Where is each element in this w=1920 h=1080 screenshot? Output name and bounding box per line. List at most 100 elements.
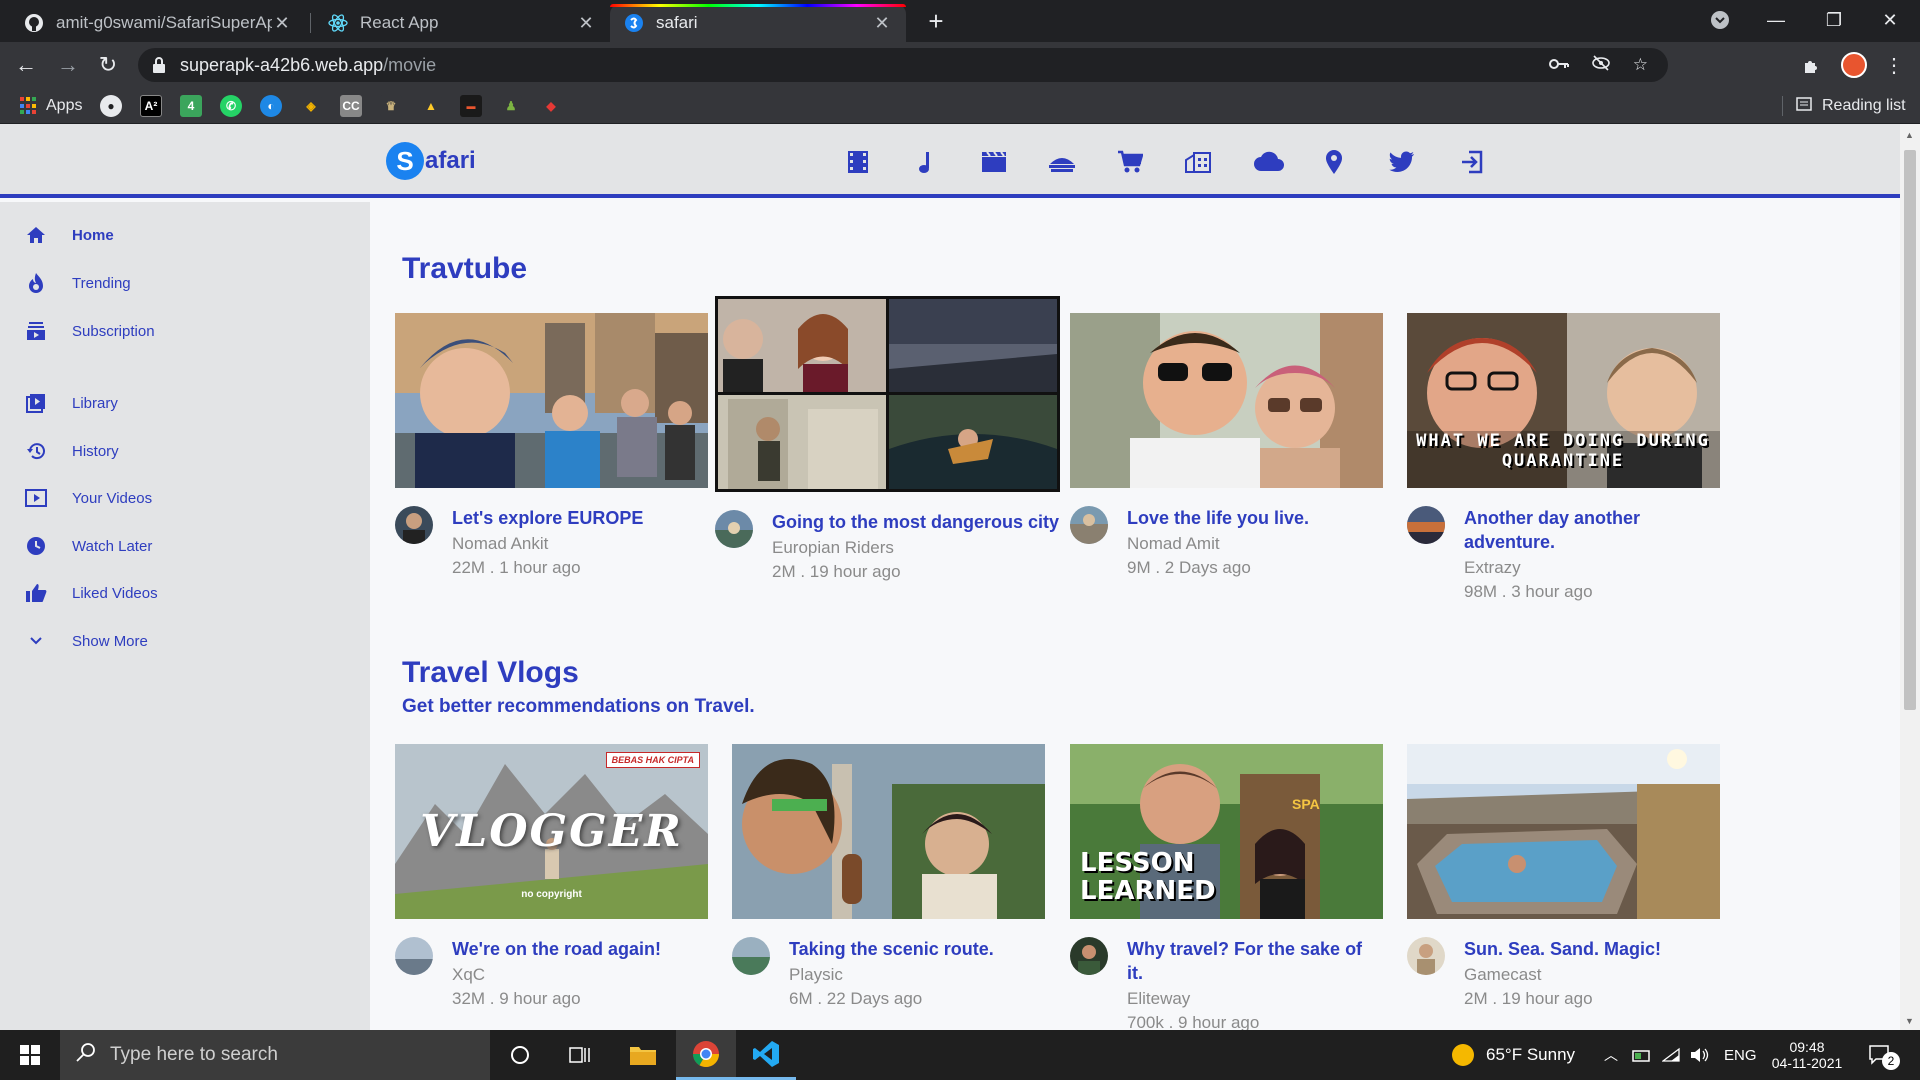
scrollbar-thumb[interactable] xyxy=(1904,150,1916,710)
tab-close-icon[interactable]: ✕ xyxy=(872,13,892,34)
page-scrollbar[interactable]: ▲ ▼ xyxy=(1900,124,1920,1030)
channel-avatar[interactable] xyxy=(732,937,770,975)
location-icon[interactable] xyxy=(1320,148,1348,176)
video-title[interactable]: Why travel? For the sake of it. xyxy=(1127,937,1383,985)
tab-react-app[interactable]: React App ✕ xyxy=(314,4,610,42)
video-title[interactable]: We're on the road again! xyxy=(452,937,708,961)
video-thumbnail[interactable]: WHAT WE ARE DOING DURING QUARANTINE xyxy=(1407,313,1720,488)
chevron-up-icon[interactable]: ︿ xyxy=(1604,1030,1618,1080)
scroll-up-icon[interactable]: ▲ xyxy=(1905,130,1914,140)
video-title[interactable]: Let's explore EUROPE xyxy=(452,506,708,530)
bookmark-cc[interactable]: CC xyxy=(340,95,362,117)
taskbar-search[interactable]: Type here to search xyxy=(60,1030,490,1080)
channel-name[interactable]: Europian Riders xyxy=(772,538,1060,558)
back-icon[interactable]: ← xyxy=(10,49,42,81)
video-thumbnail[interactable]: SPA LESSON LEARNED xyxy=(1070,744,1383,919)
weather-widget[interactable]: 65°F Sunny xyxy=(1452,1030,1575,1080)
sidebar-item-show-more[interactable]: Show More xyxy=(24,628,148,654)
bookmark-4[interactable]: 4 xyxy=(180,95,202,117)
task-view-icon[interactable] xyxy=(550,1030,610,1080)
restore-icon[interactable]: ❐ xyxy=(1806,0,1862,40)
bookmark-lion[interactable]: ♛ xyxy=(380,95,402,117)
new-tab-button[interactable]: + xyxy=(922,7,950,35)
wifi-icon[interactable] xyxy=(1662,1030,1680,1080)
menu-icon[interactable]: ⋮ xyxy=(1878,49,1910,81)
channel-avatar[interactable] xyxy=(395,937,433,975)
tab-close-icon[interactable]: ✕ xyxy=(576,13,596,34)
music-icon[interactable] xyxy=(912,148,940,176)
whatsapp-bookmark[interactable]: ✆ xyxy=(220,95,242,117)
brand-logo[interactable]: S afari xyxy=(386,142,476,180)
bookmark-leaf[interactable]: ◐ xyxy=(260,95,282,117)
notifications-icon[interactable]: 2 xyxy=(1868,1030,1900,1080)
video-card[interactable]: Taking the scenic route. Playsic 6M . 22… xyxy=(732,744,1045,1009)
network-status-icon[interactable] xyxy=(1632,1030,1650,1080)
food-icon[interactable] xyxy=(1048,148,1076,176)
profile-avatar[interactable] xyxy=(1838,49,1870,81)
bookmark-layers[interactable]: ◈ xyxy=(300,95,322,117)
video-card[interactable]: SPA LESSON LEARNED Why travel? For the s… xyxy=(1070,744,1383,1030)
channel-avatar[interactable] xyxy=(1407,937,1445,975)
video-thumbnail[interactable]: BEBAS HAK CIPTA VLOGGER no copyright xyxy=(395,744,708,919)
logout-icon[interactable] xyxy=(1458,148,1486,176)
sidebar-item-library[interactable]: Library xyxy=(24,390,118,416)
video-card[interactable]: Let's explore EUROPE Nomad Ankit 22M . 1… xyxy=(395,313,708,578)
channel-name[interactable]: Nomad Ankit xyxy=(452,534,708,554)
close-window-icon[interactable]: ✕ xyxy=(1862,0,1918,40)
video-card[interactable]: WHAT WE ARE DOING DURING QUARANTINE Anot… xyxy=(1407,313,1720,602)
chrome-taskbar-icon[interactable] xyxy=(676,1030,736,1080)
address-bar[interactable]: superapk-a42b6.web.app/movie ☆ xyxy=(138,48,1668,82)
channel-name[interactable]: Playsic xyxy=(789,965,1045,985)
building-icon[interactable] xyxy=(1184,148,1212,176)
video-title[interactable]: Another day another adventure. xyxy=(1464,506,1720,554)
file-explorer-icon[interactable] xyxy=(613,1030,673,1080)
extensions-icon[interactable] xyxy=(1796,49,1828,81)
cart-icon[interactable] xyxy=(1116,148,1144,176)
video-title[interactable]: Sun. Sea. Sand. Magic! xyxy=(1464,937,1720,961)
clock[interactable]: 09:48 04-11-2021 xyxy=(1764,1030,1850,1080)
cloud-icon[interactable] xyxy=(1252,148,1286,176)
channel-avatar[interactable] xyxy=(1407,506,1445,544)
forward-icon[interactable]: → xyxy=(52,49,84,81)
channel-name[interactable]: XqC xyxy=(452,965,708,985)
bookmark-box[interactable]: ◆ xyxy=(540,95,562,117)
bookmark-star-icon[interactable]: ☆ xyxy=(1633,55,1648,75)
video-card[interactable]: Going to the most dangerous city Europia… xyxy=(715,296,1060,582)
twitter-icon[interactable] xyxy=(1388,148,1416,176)
tab-close-icon[interactable]: ✕ xyxy=(272,13,292,34)
bookmark-dark[interactable]: ▬ xyxy=(460,95,482,117)
sidebar-item-your-videos[interactable]: Your Videos xyxy=(24,485,152,511)
tab-github[interactable]: amit-g0swami/SafariSuperApp-R ✕ xyxy=(10,4,306,42)
sidebar-item-watch-later[interactable]: Watch Later xyxy=(24,533,152,559)
reading-list-button[interactable]: Reading list xyxy=(1796,95,1906,117)
bookmark-chess[interactable]: ♟ xyxy=(500,95,522,117)
video-thumbnail[interactable] xyxy=(715,296,1060,492)
channel-name[interactable]: Eliteway xyxy=(1127,989,1383,1009)
clapperboard-icon[interactable] xyxy=(980,148,1008,176)
apps-bookmark[interactable]: Apps xyxy=(20,95,82,117)
channel-name[interactable]: Nomad Amit xyxy=(1127,534,1383,554)
language-indicator[interactable]: ENG xyxy=(1724,1030,1757,1080)
channel-name[interactable]: Gamecast xyxy=(1464,965,1720,985)
vscode-icon[interactable] xyxy=(736,1030,796,1080)
key-icon[interactable] xyxy=(1548,55,1569,75)
film-icon[interactable] xyxy=(844,148,872,176)
sidebar-item-trending[interactable]: Trending xyxy=(24,270,131,296)
cortana-icon[interactable] xyxy=(490,1030,550,1080)
video-card[interactable]: Sun. Sea. Sand. Magic! Gamecast 2M . 19 … xyxy=(1407,744,1720,1009)
volume-icon[interactable] xyxy=(1690,1030,1710,1080)
windows-start-icon[interactable] xyxy=(0,1030,60,1080)
video-thumbnail[interactable] xyxy=(395,313,708,488)
channel-avatar[interactable] xyxy=(395,506,433,544)
firebase-bookmark[interactable]: ▲ xyxy=(420,95,442,117)
scroll-down-icon[interactable]: ▼ xyxy=(1905,1016,1914,1026)
video-thumbnail[interactable] xyxy=(732,744,1045,919)
tracking-blocked-icon[interactable] xyxy=(1591,54,1611,76)
video-thumbnail[interactable] xyxy=(1407,744,1720,919)
video-title[interactable]: Taking the scenic route. xyxy=(789,937,1045,961)
sidebar-item-home[interactable]: Home xyxy=(24,222,114,248)
sidebar-item-liked-videos[interactable]: Liked Videos xyxy=(24,580,158,606)
reload-icon[interactable]: ↻ xyxy=(92,49,124,81)
channel-name[interactable]: Extrazy xyxy=(1464,558,1720,578)
channel-avatar[interactable] xyxy=(1070,937,1108,975)
